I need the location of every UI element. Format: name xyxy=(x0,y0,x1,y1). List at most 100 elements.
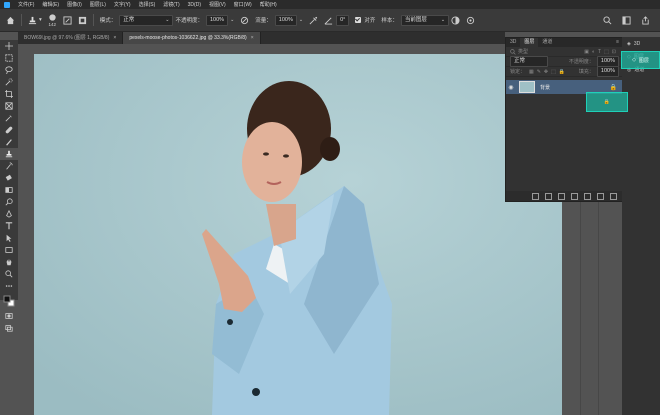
flow-input[interactable]: 100% xyxy=(274,14,297,26)
eye-icon[interactable]: ◉ xyxy=(506,84,516,91)
pressure-opacity-toggle[interactable] xyxy=(240,16,249,25)
menu-3d[interactable]: 3D(D) xyxy=(184,2,205,8)
dock-3d[interactable]: ◈ 3D xyxy=(622,37,660,50)
menu-file[interactable]: 文件(F) xyxy=(14,1,38,8)
angle-input[interactable]: 0° xyxy=(336,14,350,26)
tool-screen-mode[interactable] xyxy=(0,322,18,334)
blend-mode-select[interactable]: 正常 xyxy=(510,56,548,67)
highlight-layer-lock[interactable]: 🔒 xyxy=(586,92,628,112)
tab-document-2[interactable]: pexels-moose-photos-1036622.jpg @ 33.3%(… xyxy=(123,32,261,44)
adjustment-icon[interactable] xyxy=(571,192,578,200)
color-swatches[interactable] xyxy=(0,292,18,310)
close-icon[interactable]: × xyxy=(251,35,254,41)
tool-quick-select[interactable] xyxy=(0,76,18,88)
dock-3d-label: 3D xyxy=(633,40,641,47)
move-icon xyxy=(5,42,13,50)
tool-more[interactable] xyxy=(0,280,18,292)
tab-channels[interactable]: 通道 xyxy=(538,38,556,47)
menu-image[interactable]: 图像(I) xyxy=(63,1,86,8)
brush-size-picker[interactable]: 142 xyxy=(48,13,57,28)
chevron-down-icon[interactable]: ⌄ xyxy=(299,17,303,23)
folder-icon[interactable] xyxy=(584,192,591,200)
flow-control: 流量： 100% ⌄ xyxy=(255,14,303,26)
tool-pen[interactable] xyxy=(0,208,18,220)
menu-layer[interactable]: 图层(L) xyxy=(86,1,110,8)
bandage-icon xyxy=(5,126,13,134)
menu-type[interactable]: 文字(Y) xyxy=(110,1,135,8)
home-icon xyxy=(6,16,15,24)
trash-icon[interactable] xyxy=(610,192,617,200)
fx-icon[interactable] xyxy=(545,192,552,200)
tab-3d[interactable]: 3D xyxy=(506,38,520,47)
link-icon[interactable] xyxy=(532,192,539,200)
new-layer-icon[interactable] xyxy=(597,192,604,200)
menu-view[interactable]: 视图(V) xyxy=(205,1,230,8)
layer-thumbnail xyxy=(519,81,535,93)
menu-filter[interactable]: 滤镜(T) xyxy=(159,1,183,8)
angle-icon xyxy=(324,16,333,25)
layer-kind-select[interactable]: 类型 xyxy=(518,48,528,55)
hand-icon xyxy=(6,258,12,266)
brush-settings-toggle[interactable] xyxy=(63,15,72,25)
document-canvas[interactable] xyxy=(34,54,562,415)
options-bar-right xyxy=(603,9,660,31)
tool-clone-stamp[interactable] xyxy=(0,148,18,160)
layer-name: 背景 xyxy=(540,84,551,91)
airbrush-toggle[interactable] xyxy=(309,16,318,25)
tool-hand[interactable] xyxy=(0,256,18,268)
search-icon xyxy=(510,48,516,55)
tool-preset-picker[interactable]: ▾ xyxy=(28,16,42,25)
tool-eyedropper[interactable] xyxy=(0,112,18,124)
tool-crop[interactable] xyxy=(0,88,18,100)
layers-panel-footer xyxy=(506,191,623,201)
tool-eraser[interactable] xyxy=(0,172,18,184)
options-bar: ▾ 142 模式： 正常 ⌄ 不透明度： 100% ⌄ 流量： 100% ⌄ 0… xyxy=(0,9,660,32)
tool-marquee[interactable] xyxy=(0,52,18,64)
portrait-photo xyxy=(34,54,562,415)
share-icon[interactable] xyxy=(641,15,650,25)
tab-document-1[interactable]: BOW69l.jpg @ 97.6% (图层 1, RGB/8) × xyxy=(18,32,124,44)
layers-icon: ◇ xyxy=(632,57,636,63)
close-icon[interactable]: × xyxy=(113,35,116,41)
tool-lasso[interactable] xyxy=(0,64,18,76)
fill-input[interactable]: 100% xyxy=(596,66,619,77)
search-icon[interactable] xyxy=(603,15,612,25)
home-button[interactable] xyxy=(6,16,15,25)
tool-rectangle[interactable] xyxy=(0,244,18,256)
clone-stamp-icon xyxy=(5,150,13,158)
highlight-dock-layers[interactable]: ◇ 图层 xyxy=(621,51,660,69)
clone-stamp-icon xyxy=(28,16,37,24)
pen-icon xyxy=(6,210,12,218)
crop-icon xyxy=(5,90,13,98)
tool-gradient[interactable] xyxy=(0,184,18,196)
lock-icon[interactable]: 🔒 xyxy=(610,84,617,91)
tool-type[interactable] xyxy=(0,220,18,232)
chevron-down-icon[interactable]: ⌄ xyxy=(230,17,234,23)
angle-control: 0° xyxy=(324,14,350,26)
tool-history-brush[interactable] xyxy=(0,160,18,172)
tool-healing[interactable] xyxy=(0,124,18,136)
mask-icon[interactable] xyxy=(558,192,565,200)
menu-help[interactable]: 帮助(H) xyxy=(256,1,281,8)
fill-label: 填充： xyxy=(578,69,594,75)
menu-window[interactable]: 窗口(W) xyxy=(230,1,256,8)
opacity-input[interactable]: 100% xyxy=(206,14,229,26)
lock-icons[interactable]: ▦✎✥⬚🔒 xyxy=(529,69,568,75)
tool-move[interactable] xyxy=(0,40,18,52)
tool-brush[interactable] xyxy=(0,136,18,148)
sample-label: 样本： xyxy=(381,18,398,24)
tab-layers[interactable]: 图层 xyxy=(520,38,539,47)
tool-frame[interactable] xyxy=(0,100,18,112)
pressure-size-toggle[interactable] xyxy=(466,16,475,25)
ignore-adjustment-toggle[interactable] xyxy=(451,15,460,25)
align-checkbox[interactable]: 对齐 xyxy=(355,16,375,24)
workspace-icon[interactable] xyxy=(622,15,631,25)
filter-icons[interactable]: ▣◐T⬚⊡ xyxy=(584,49,619,55)
tool-quick-mask[interactable] xyxy=(0,310,18,322)
tool-path-select[interactable] xyxy=(0,232,18,244)
menu-select[interactable]: 选择(S) xyxy=(135,1,160,8)
clone-source-toggle[interactable] xyxy=(78,16,87,25)
menu-edit[interactable]: 编辑(E) xyxy=(38,1,63,8)
tool-dodge[interactable] xyxy=(0,196,18,208)
tool-zoom[interactable] xyxy=(0,268,18,280)
